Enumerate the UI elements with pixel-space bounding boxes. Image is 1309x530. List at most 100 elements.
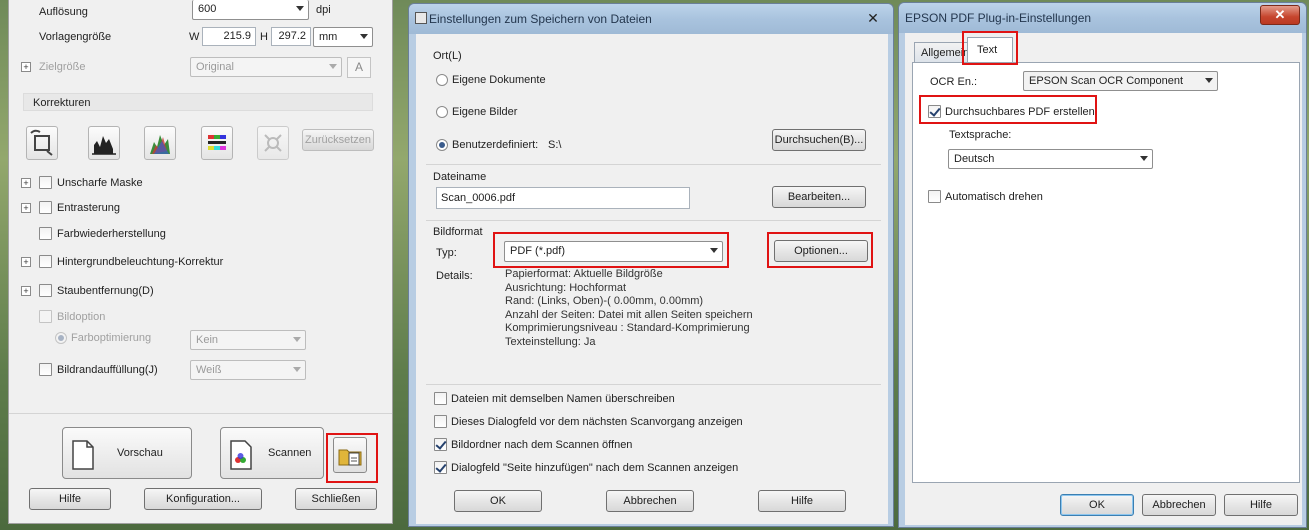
chevron-down-icon: [1205, 78, 1213, 83]
chevron-down-icon: [296, 6, 304, 11]
highlight-file-save-button: [326, 433, 378, 483]
title-bar: EPSON PDF Plug-in-Einstellungen: [899, 3, 1306, 33]
app-icon: [415, 12, 427, 24]
abbrechen-button[interactable]: Abbrechen: [1142, 494, 1216, 516]
bildoption-label: Bildoption: [57, 311, 106, 323]
zielgroesse-select[interactable]: Original: [190, 57, 342, 77]
height-label: H: [260, 31, 268, 43]
details-list: Papierformat: Aktuelle Bildgröße Ausrich…: [505, 268, 753, 350]
ok-button[interactable]: OK: [454, 490, 542, 512]
auto-exposure-icon[interactable]: [26, 126, 58, 160]
dialog-anzeigen-checkbox[interactable]: [434, 415, 447, 428]
expand-icon[interactable]: +: [21, 178, 31, 188]
eigene-bilder-radio[interactable]: [436, 106, 448, 118]
abbrechen-button[interactable]: Abbrechen: [606, 490, 694, 512]
title-bar: Einstellungen zum Speichern von Dateien: [409, 4, 893, 34]
bildrand-value: Weiß: [196, 364, 222, 376]
dpi-label: dpi: [316, 4, 331, 16]
textsprache-select[interactable]: Deutsch: [948, 149, 1153, 169]
staubentfernung-checkbox[interactable]: [39, 284, 52, 297]
details-line: Texteinstellung: Ja: [505, 335, 596, 348]
document-icon: [72, 440, 94, 470]
details-line: Anzahl der Seiten: Datei mit allen Seite…: [505, 308, 753, 321]
text-orientation-icon[interactable]: A: [347, 57, 371, 78]
bildordner-oeffnen-checkbox[interactable]: [434, 438, 447, 451]
eigene-bilder-label: Eigene Bilder: [452, 106, 518, 118]
farboptimierung-value: Kein: [196, 334, 219, 346]
farboptimierung-radio[interactable]: [55, 332, 67, 344]
highlight-durchsuchbar: [919, 95, 1097, 124]
chevron-down-icon: [329, 64, 337, 69]
vorlagengroesse-label: Vorlagengröße: [39, 31, 112, 43]
hintergrundbeleuchtung-checkbox[interactable]: [39, 255, 52, 268]
dateiname-value: Scan_0006.pdf: [441, 192, 516, 204]
ocr-label: OCR En.:: [930, 76, 978, 88]
pdf-plugin-dialog: EPSON PDF Plug-in-Einstellungen ✕ Allgem…: [898, 2, 1307, 528]
eigene-dokumente-radio[interactable]: [436, 74, 448, 86]
highlight-optionen-button: [767, 232, 873, 268]
details-line: Komprimierungsniveau : Standard-Komprimi…: [505, 322, 750, 335]
chevron-down-icon: [1140, 156, 1148, 161]
chevron-down-icon: [293, 367, 301, 372]
korrekturen-label: Korrekturen: [33, 97, 91, 109]
highlight-typ-select: [493, 232, 729, 268]
tone-curve-icon[interactable]: [144, 126, 176, 160]
bildoption-checkbox[interactable]: [39, 310, 52, 323]
details-line: Rand: (Links, Oben)-( 0.00mm, 0.00mm): [505, 295, 704, 308]
unit-select[interactable]: mm: [313, 27, 373, 47]
ocr-select[interactable]: EPSON Scan OCR Component: [1023, 71, 1218, 91]
seite-hinzufuegen-checkbox[interactable]: [434, 461, 447, 474]
expand-icon[interactable]: +: [21, 203, 31, 213]
bildrand-checkbox[interactable]: [39, 363, 52, 376]
dateiname-label: Dateiname: [433, 171, 487, 183]
automatisch-drehen-checkbox[interactable]: [928, 190, 941, 203]
unscharfe-maske-checkbox[interactable]: [39, 176, 52, 189]
bearbeiten-button[interactable]: Bearbeiten...: [772, 186, 866, 208]
chevron-down-icon: [360, 34, 368, 39]
ok-button[interactable]: OK: [1060, 494, 1134, 516]
dateiname-input[interactable]: Scan_0006.pdf: [436, 187, 690, 209]
color-palette-icon[interactable]: [201, 126, 233, 160]
farboptimierung-select[interactable]: Kein: [190, 330, 306, 350]
zielgroesse-value: Original: [196, 61, 234, 73]
durchsuchen-button[interactable]: Durchsuchen(B)...: [772, 129, 866, 151]
entrasterung-label: Entrasterung: [57, 202, 120, 214]
entrasterung-checkbox[interactable]: [39, 201, 52, 214]
vorschau-button[interactable]: Vorschau: [62, 427, 192, 479]
aufloesung-value: 600: [198, 3, 217, 15]
ort-label: Ort(L): [433, 50, 462, 62]
histogram-icon[interactable]: [88, 126, 120, 160]
bildordner-oeffnen-label: Bildordner nach dem Scannen öffnen: [451, 439, 633, 451]
divider: [426, 384, 881, 385]
expand-icon[interactable]: +: [21, 286, 31, 296]
seite-hinzufuegen-label: Dialogfeld "Seite hinzufügen" nach dem S…: [451, 462, 739, 474]
ueberschreiben-checkbox[interactable]: [434, 392, 447, 405]
hilfe-button[interactable]: Hilfe: [1224, 494, 1298, 516]
color-control-icon[interactable]: [257, 126, 289, 160]
ueberschreiben-label: Dateien mit demselben Namen überschreibe…: [451, 393, 675, 405]
details-line: Ausrichtung: Hochformat: [505, 281, 627, 294]
close-button[interactable]: ✕: [1260, 5, 1300, 25]
zuruecksetzen-button[interactable]: Zurücksetzen: [302, 129, 374, 151]
dialog-title: Einstellungen zum Speichern von Dateien: [429, 12, 652, 26]
konfiguration-button[interactable]: Konfiguration...: [144, 488, 262, 510]
divider: [426, 164, 881, 165]
width-input[interactable]: 215.9: [202, 27, 256, 46]
close-button[interactable]: ✕: [857, 8, 889, 28]
path-value: S:\: [548, 139, 562, 151]
hilfe-button[interactable]: Hilfe: [758, 490, 846, 512]
aufloesung-select[interactable]: 600: [192, 0, 309, 20]
bildformat-label: Bildformat: [433, 226, 483, 238]
hilfe-button[interactable]: Hilfe: [29, 488, 111, 510]
schliessen-button[interactable]: Schließen: [295, 488, 377, 510]
bildrand-select[interactable]: Weiß: [190, 360, 306, 380]
farbwiederherstellung-checkbox[interactable]: [39, 227, 52, 240]
scannen-button[interactable]: Scannen: [220, 427, 324, 479]
expand-icon[interactable]: +: [21, 257, 31, 267]
divider: [9, 413, 392, 414]
highlight-tab-text: [962, 31, 1018, 65]
expand-icon[interactable]: +: [21, 62, 31, 72]
width-value: 215.9: [223, 30, 251, 42]
height-input[interactable]: 297.2: [271, 27, 311, 46]
benutzerdefiniert-radio[interactable]: [436, 139, 448, 151]
